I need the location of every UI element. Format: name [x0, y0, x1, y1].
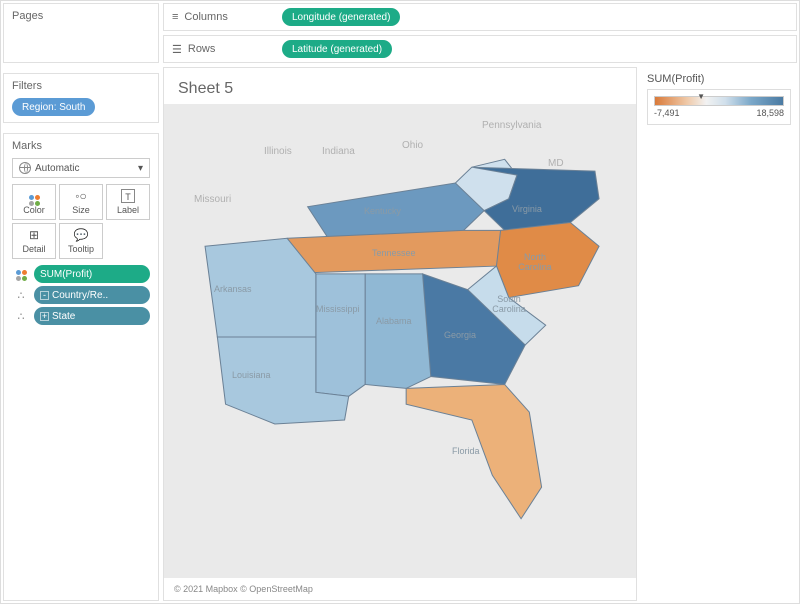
label-icon: T [121, 189, 135, 203]
state-florida [406, 384, 541, 518]
color-button[interactable]: Color [12, 184, 56, 220]
marks-title: Marks [12, 140, 150, 152]
state-mississippi [316, 274, 365, 396]
label-label: Label [117, 205, 139, 215]
pages-title: Pages [12, 10, 150, 22]
legend-gradient[interactable]: ▼ -7,491 18,598 [647, 89, 791, 125]
label-button[interactable]: T Label [106, 184, 150, 220]
legend-title: SUM(Profit) [647, 73, 791, 85]
detail-icon: ⊞ [29, 228, 39, 242]
color-encoding-icon[interactable] [12, 266, 30, 282]
marks-pill-profit[interactable]: SUM(Profit) [34, 265, 150, 283]
marks-type-dropdown[interactable]: Automatic ▾ [12, 158, 150, 178]
detail-encoding-icon-2[interactable]: ∴ [12, 310, 30, 323]
size-label: Size [72, 205, 90, 215]
color-icon [28, 189, 40, 203]
filter-pill-region[interactable]: Region: South [12, 98, 95, 116]
columns-label: Columns [184, 11, 227, 23]
state-tennessee [279, 230, 505, 273]
state-alabama [365, 274, 431, 389]
filters-shelf[interactable]: Filters Region: South [3, 73, 159, 123]
rows-label: Rows [188, 43, 216, 55]
color-label: Color [23, 205, 45, 215]
tooltip-label: Tooltip [68, 244, 94, 254]
detail-encoding-icon[interactable]: ∴ [12, 289, 30, 302]
sheet-title: Sheet 5 [164, 68, 636, 104]
chevron-down-icon: ▾ [138, 163, 143, 174]
pages-shelf[interactable]: Pages [3, 3, 159, 63]
map-attribution: © 2021 Mapbox © OpenStreetMap [164, 578, 636, 600]
tooltip-icon: 💬 [74, 228, 89, 242]
detail-label: Detail [22, 244, 45, 254]
map-canvas[interactable]: Illinois Indiana Ohio Pennsylvania MD DE… [164, 104, 636, 578]
columns-icon: ≡ [172, 11, 178, 23]
tooltip-button[interactable]: 💬 Tooltip [59, 223, 103, 259]
state-kentucky [308, 183, 484, 238]
legend-pointer-icon: ▼ [697, 92, 705, 101]
legend-min: -7,491 [654, 108, 680, 118]
size-icon: ◦○ [75, 189, 87, 203]
choropleth-svg [164, 104, 636, 578]
left-panel: Pages Filters Region: South Marks Automa… [1, 1, 161, 603]
rows-icon: ☰ [172, 43, 182, 56]
state-northcarolina [496, 223, 599, 298]
marks-pill-country[interactable]: -Country/Re.. [34, 286, 150, 304]
marks-card: Marks Automatic ▾ Color ◦○ Size T Label [3, 133, 159, 601]
marks-pill-state[interactable]: +State [34, 307, 150, 325]
state-arkansas [205, 238, 316, 337]
detail-button[interactable]: ⊞ Detail [12, 223, 56, 259]
legend-max: 18,598 [756, 108, 784, 118]
columns-pill-longitude[interactable]: Longitude (generated) [282, 8, 400, 26]
viz-area[interactable]: Sheet 5 Illinois Indiana Ohio Pennsylvan… [163, 67, 637, 601]
size-button[interactable]: ◦○ Size [59, 184, 103, 220]
rows-pill-latitude[interactable]: Latitude (generated) [282, 40, 392, 58]
right-panel: ≡ Columns Longitude (generated) ☰ Rows Lat… [161, 1, 799, 603]
columns-shelf[interactable]: ≡ Columns Longitude (generated) [163, 3, 797, 31]
marks-dropdown-value: Automatic [35, 163, 79, 174]
rows-shelf[interactable]: ☰ Rows Latitude (generated) [163, 35, 797, 63]
legend-panel: SUM(Profit) ▼ -7,491 18,598 [639, 65, 799, 603]
globe-icon [19, 162, 31, 174]
filters-title: Filters [12, 80, 150, 92]
